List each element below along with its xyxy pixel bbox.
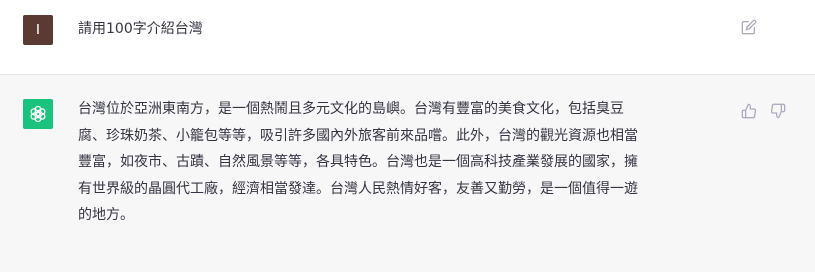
user-avatar: I [23, 15, 53, 45]
edit-icon[interactable] [741, 19, 757, 35]
thumbs-down-icon[interactable] [770, 103, 786, 119]
chat-page: I 請用100字介紹台灣 台灣位於亞洲東南方，是一個熱鬧且多元文化的島嶼。台灣有… [0, 0, 815, 272]
assistant-avatar [23, 99, 53, 129]
user-message-text: 請用100字介紹台灣 [78, 21, 203, 37]
user-message-row: I 請用100字介紹台灣 [0, 0, 815, 75]
openai-logo-icon [30, 105, 46, 123]
assistant-message-text: 台灣位於亞洲東南方，是一個熱鬧且多元文化的島嶼。台灣有豐富的美食文化，包括臭豆 … [78, 101, 638, 223]
thumbs-up-icon[interactable] [741, 103, 757, 119]
assistant-message-row: 台灣位於亞洲東南方，是一個熱鬧且多元文化的島嶼。台灣有豐富的美食文化，包括臭豆 … [0, 75, 815, 272]
